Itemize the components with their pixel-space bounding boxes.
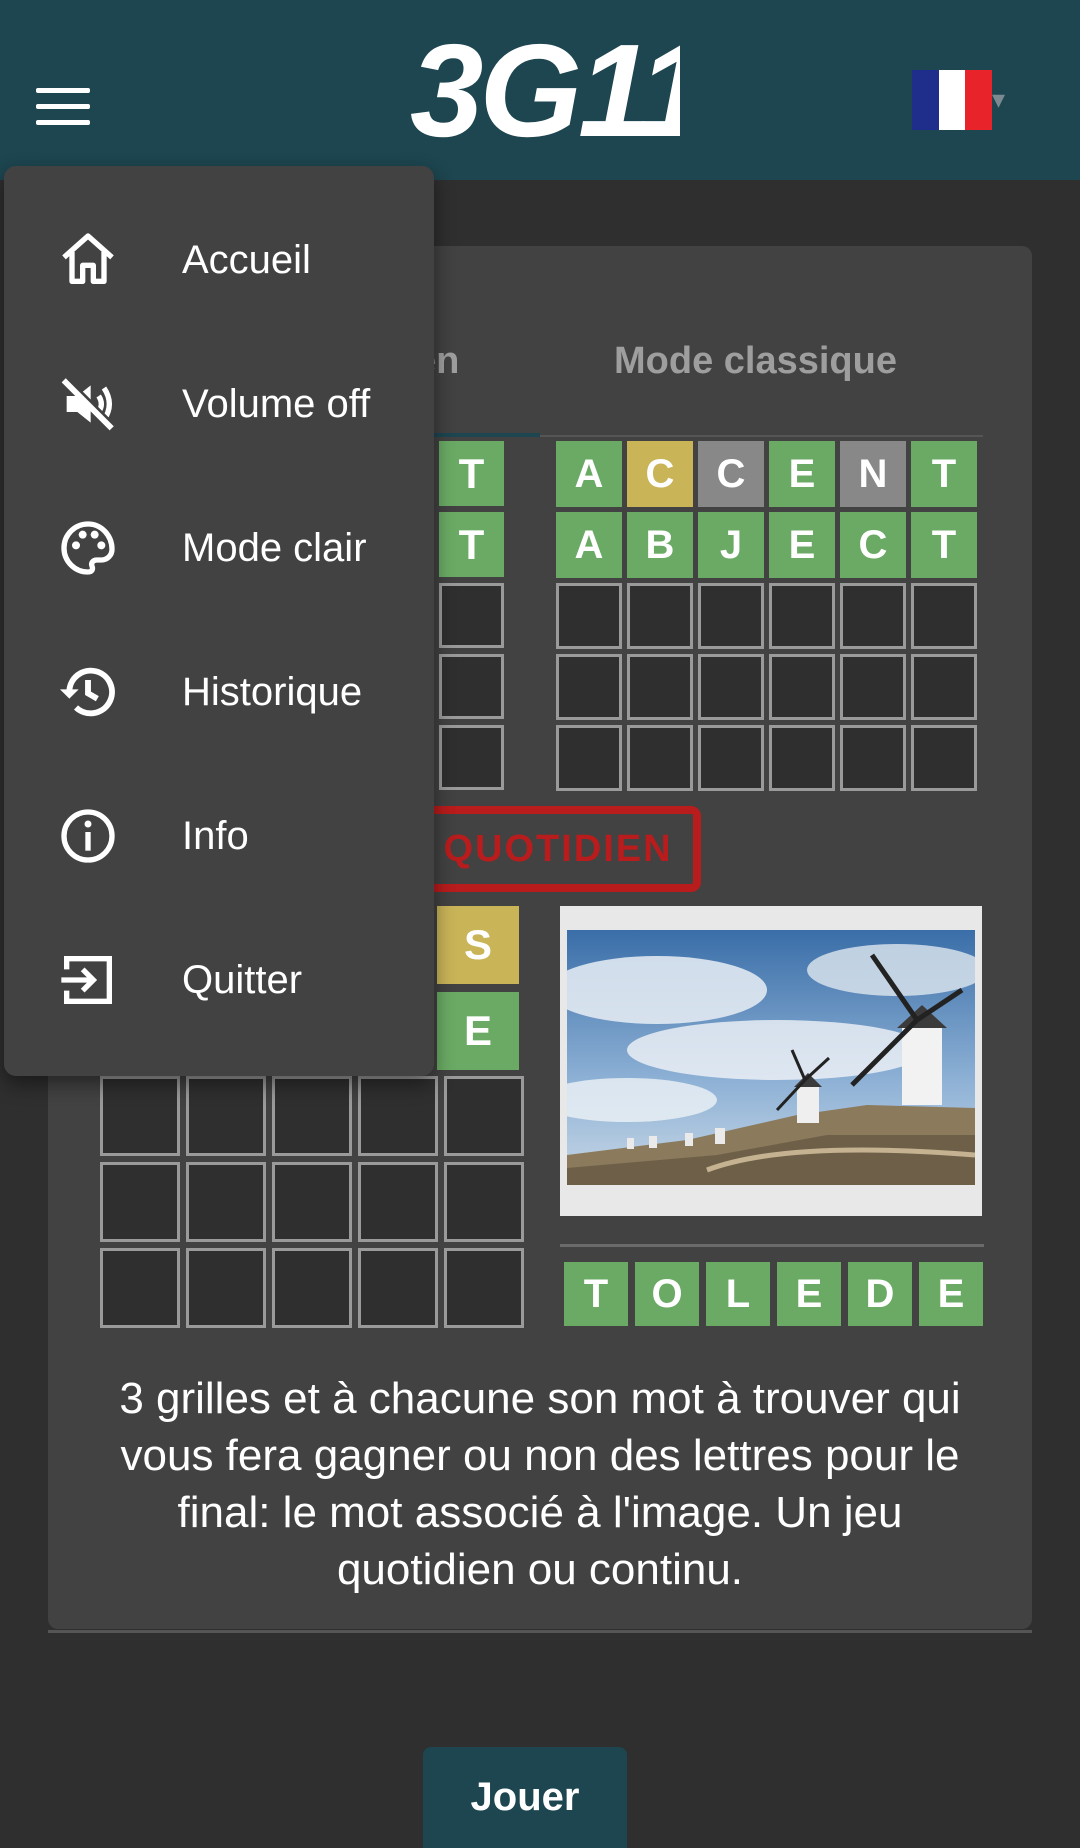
letter-tile — [439, 583, 504, 648]
menu-item-historique[interactable]: Historique — [4, 620, 434, 764]
letter-tile — [100, 1248, 180, 1328]
flag-icon[interactable] — [912, 70, 993, 130]
letter-tile: E — [919, 1262, 983, 1326]
answer-row: TOLEDE — [564, 1262, 983, 1326]
daily-stamp: QUOTIDIEN — [415, 806, 701, 892]
menu-item-label: Mode clair — [182, 525, 367, 570]
letter-tile: T — [439, 441, 504, 506]
letter-tile — [186, 1162, 266, 1242]
letter-tile — [439, 725, 504, 790]
letter-tile — [840, 725, 906, 791]
palette-icon — [61, 521, 115, 575]
app-logo: 3G11 — [410, 18, 680, 158]
menu-item-accueil[interactable]: Accueil — [4, 188, 434, 332]
letter-tile: C — [627, 441, 693, 507]
left-grid: TT — [427, 441, 563, 790]
letter-tile: N — [840, 441, 906, 507]
chevron-down-icon[interactable]: ▾ — [992, 84, 1005, 115]
letter-tile — [444, 1248, 524, 1328]
letter-tile — [911, 654, 977, 720]
letter-tile: A — [556, 512, 622, 578]
letter-tile — [272, 1076, 352, 1156]
letter-tile — [769, 654, 835, 720]
letter-tile — [100, 1162, 180, 1242]
letter-tile — [556, 583, 622, 649]
letter-tile: J — [698, 512, 764, 578]
menu-item-label: Historique — [182, 669, 363, 714]
letter-tile — [769, 583, 835, 649]
letter-tile — [358, 1076, 438, 1156]
game-description: 3 grilles et à chacune son mot à trouver… — [119, 1374, 961, 1594]
letter-tile — [698, 583, 764, 649]
letter-tile — [911, 583, 977, 649]
letter-tile: E — [437, 992, 519, 1070]
info-icon — [61, 809, 115, 863]
app-header: 3G11 ▾ — [0, 0, 1080, 180]
card-divider — [48, 1630, 1032, 1633]
letter-tile — [769, 725, 835, 791]
letter-tile — [556, 654, 622, 720]
menu-item-label: Accueil — [182, 237, 311, 282]
letter-tile: E — [769, 512, 835, 578]
letter-tile — [186, 1248, 266, 1328]
letter-tile — [698, 654, 764, 720]
letter-tile — [627, 583, 693, 649]
letter-tile — [100, 1076, 180, 1156]
letter-tile: T — [564, 1262, 628, 1326]
bottom-left-grid — [100, 1076, 524, 1328]
home-icon — [62, 233, 114, 284]
letter-tile: E — [777, 1262, 841, 1326]
menu-item-info[interactable]: Info — [4, 764, 434, 908]
letter-tile — [840, 583, 906, 649]
letter-tile: O — [635, 1262, 699, 1326]
menu-item-label: Quitter — [182, 957, 303, 1002]
letter-tile — [358, 1162, 438, 1242]
letter-tile — [840, 654, 906, 720]
letter-tile — [272, 1248, 352, 1328]
menu-item-volume[interactable]: Volume off — [4, 332, 434, 476]
menu-item-label: Info — [182, 813, 249, 858]
letter-tile — [444, 1162, 524, 1242]
menu-item-mode-clair[interactable]: Mode clair — [4, 476, 434, 620]
letter-tile — [556, 725, 622, 791]
history-icon — [60, 667, 115, 717]
side-menu: Accueil Volume off Mode clair Historique… — [4, 166, 434, 1076]
letter-tile — [272, 1162, 352, 1242]
svg-text:3G11: 3G11 — [410, 18, 680, 158]
letter-tile — [911, 725, 977, 791]
letter-tile: L — [706, 1262, 770, 1326]
letter-tile — [627, 654, 693, 720]
bottom-left-partial-grid: SE — [437, 906, 519, 1070]
letter-tile: C — [840, 512, 906, 578]
letter-tile — [439, 654, 504, 719]
letter-tile: T — [911, 512, 977, 578]
right-grid: ACCENTABJECT — [556, 441, 977, 791]
menu-item-quitter[interactable]: Quitter — [4, 908, 434, 1052]
windmills-image — [567, 930, 975, 1185]
letter-tile — [186, 1076, 266, 1156]
tab-classic[interactable]: Mode classique — [614, 340, 897, 383]
letter-tile — [444, 1076, 524, 1156]
letter-tile — [627, 725, 693, 791]
menu-item-label: Volume off — [182, 381, 371, 426]
letter-tile: E — [769, 441, 835, 507]
letter-tile: C — [698, 441, 764, 507]
letter-tile: D — [848, 1262, 912, 1326]
hamburger-icon[interactable] — [36, 88, 90, 126]
letter-tile: A — [556, 441, 622, 507]
exit-icon — [61, 956, 112, 1004]
letter-tile: S — [437, 906, 519, 984]
letter-tile: B — [627, 512, 693, 578]
letter-tile: T — [439, 512, 504, 577]
volume-off-icon — [61, 376, 116, 431]
answer-divider — [560, 1244, 984, 1247]
play-button[interactable]: Jouer — [423, 1747, 627, 1848]
letter-tile — [698, 725, 764, 791]
letter-tile — [358, 1248, 438, 1328]
letter-tile: T — [911, 441, 977, 507]
